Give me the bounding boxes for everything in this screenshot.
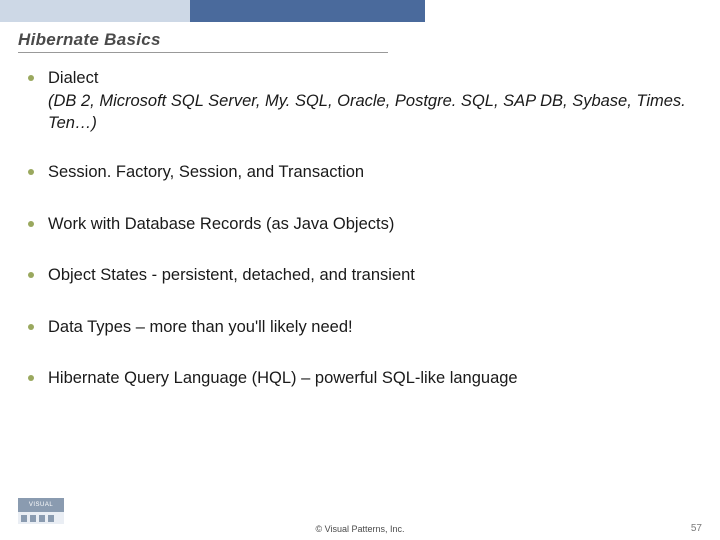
bullet-text: Data Types – more than you'll likely nee… [48,318,353,336]
bullet-data-types: Data Types – more than you'll likely nee… [20,317,700,338]
bullet-text: Session. Factory, Session, and Transacti… [48,163,364,181]
logo-icon-item [30,515,36,522]
content-area: Dialect (DB 2, Microsoft SQL Server, My.… [20,68,700,420]
logo-icon-item [21,515,27,522]
slide-title: Hibernate Basics [18,30,161,50]
title-underline [18,52,388,53]
bullet-dot-icon [28,324,34,330]
bullet-text: Hibernate Query Language (HQL) – powerfu… [48,369,518,387]
bullet-database-records: Work with Database Records (as Java Obje… [20,214,700,235]
logo-text: VISUAL [18,498,64,512]
bullet-subtext: (DB 2, Microsoft SQL Server, My. SQL, Or… [48,91,700,134]
bullet-text: Object States - persistent, detached, an… [48,266,415,284]
logo: VISUAL [18,498,64,524]
header-bar-light [0,0,190,22]
page-number: 57 [691,523,702,534]
bullet-dialect: Dialect (DB 2, Microsoft SQL Server, My.… [20,68,700,134]
logo-icon-item [39,515,45,522]
bullet-dot-icon [28,221,34,227]
bullet-hql: Hibernate Query Language (HQL) – powerfu… [20,368,700,389]
logo-icon-item [48,515,54,522]
bullet-dot-icon [28,375,34,381]
bullet-session-factory: Session. Factory, Session, and Transacti… [20,162,700,183]
bullet-text: Dialect [48,68,700,89]
header-bar-dark [190,0,425,22]
bullet-dot-icon [28,169,34,175]
bullet-dot-icon [28,272,34,278]
footer-copyright: © Visual Patterns, Inc. [0,524,720,534]
bullet-text: Work with Database Records (as Java Obje… [48,215,394,233]
logo-icons [18,512,64,524]
bullet-dot-icon [28,75,34,81]
header-bar [0,0,720,22]
bullet-object-states: Object States - persistent, detached, an… [20,265,700,286]
